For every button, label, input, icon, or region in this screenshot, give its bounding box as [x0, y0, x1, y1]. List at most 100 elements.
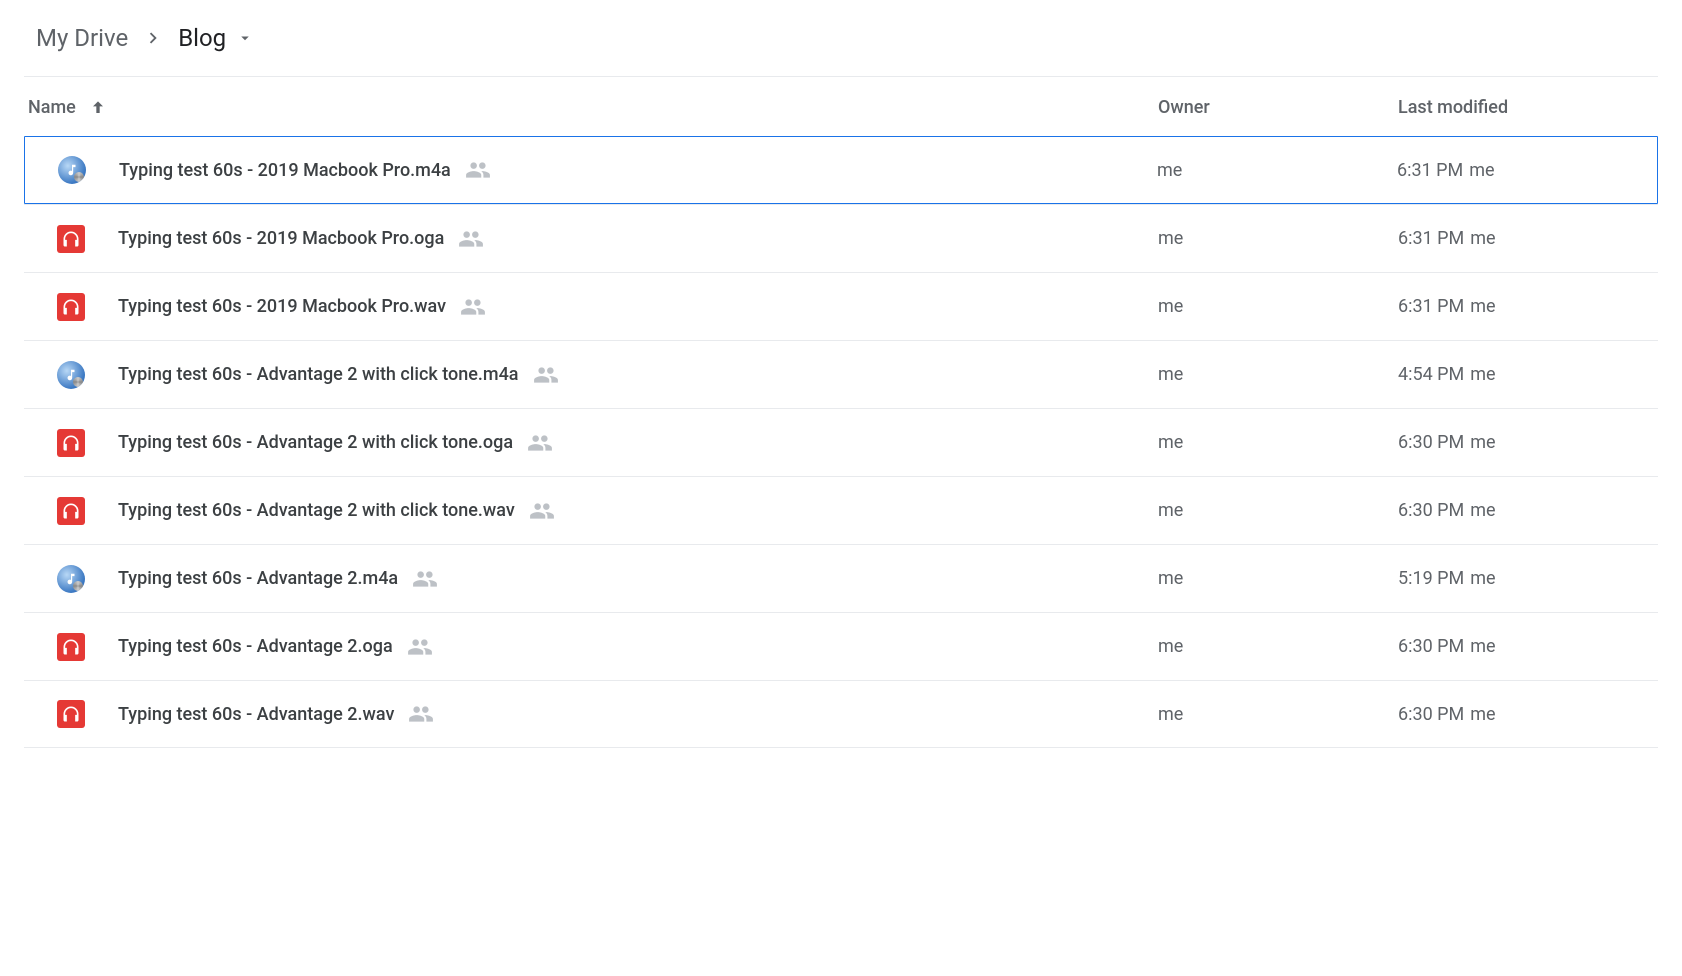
list-header: Name Owner Last modified [24, 77, 1658, 136]
shared-icon [529, 498, 555, 524]
file-modified: 6:30 PM me [1398, 432, 1658, 453]
breadcrumb-current[interactable]: Blog [178, 24, 254, 52]
m4a-file-icon [24, 361, 118, 389]
m4a-file-icon [24, 565, 118, 593]
audio-file-icon [24, 225, 118, 253]
file-name-cell: Typing test 60s - Advantage 2 with click… [118, 362, 1158, 388]
file-name-cell: Typing test 60s - 2019 Macbook Pro.oga [118, 226, 1158, 252]
headphones-icon [57, 225, 85, 253]
file-name-cell: Typing test 60s - 2019 Macbook Pro.wav [118, 294, 1158, 320]
file-name: Typing test 60s - Advantage 2 with click… [118, 500, 515, 521]
file-modified-time: 6:31 PM [1398, 296, 1464, 317]
file-modified-time: 6:30 PM [1398, 636, 1464, 657]
file-owner: me [1158, 636, 1398, 657]
file-name: Typing test 60s - Advantage 2 with click… [118, 364, 519, 385]
file-list: Typing test 60s - 2019 Macbook Pro.m4a me… [24, 136, 1658, 748]
file-modified-time: 5:19 PM [1398, 568, 1464, 589]
file-modified-time: 6:30 PM [1398, 432, 1464, 453]
file-modified-by: me [1469, 160, 1494, 181]
file-name-cell: Typing test 60s - Advantage 2.oga [118, 634, 1158, 660]
breadcrumb-root[interactable]: My Drive [36, 24, 128, 52]
caret-down-icon [236, 29, 254, 47]
file-name-cell: Typing test 60s - Advantage 2 with click… [118, 498, 1158, 524]
file-modified-time: 6:30 PM [1398, 500, 1464, 521]
file-name-cell: Typing test 60s - Advantage 2.m4a [118, 566, 1158, 592]
audio-file-icon [24, 633, 118, 661]
file-modified-by: me [1470, 636, 1495, 657]
shared-icon [527, 430, 553, 456]
chevron-right-icon [142, 27, 164, 49]
file-row[interactable]: Typing test 60s - Advantage 2 with click… [24, 408, 1658, 476]
file-modified-time: 6:31 PM [1398, 228, 1464, 249]
breadcrumb: My Drive Blog [24, 20, 1658, 77]
file-modified-time: 6:30 PM [1398, 704, 1464, 725]
file-name: Typing test 60s - Advantage 2.oga [118, 636, 393, 657]
file-modified-by: me [1470, 704, 1495, 725]
column-header-modified[interactable]: Last modified [1398, 97, 1658, 118]
file-owner: me [1157, 160, 1397, 181]
file-row[interactable]: Typing test 60s - Advantage 2 with click… [24, 340, 1658, 408]
file-name-cell: Typing test 60s - Advantage 2 with click… [118, 430, 1158, 456]
audio-file-icon [24, 293, 118, 321]
file-owner: me [1158, 500, 1398, 521]
file-name: Typing test 60s - Advantage 2.wav [118, 704, 394, 725]
file-owner: me [1158, 228, 1398, 249]
file-name: Typing test 60s - Advantage 2 with click… [118, 432, 513, 453]
file-row[interactable]: Typing test 60s - Advantage 2.ogame6:30 … [24, 612, 1658, 680]
file-modified: 6:30 PM me [1398, 704, 1658, 725]
headphones-icon [57, 429, 85, 457]
file-owner: me [1158, 296, 1398, 317]
column-header-name[interactable]: Name [24, 97, 1158, 118]
file-modified-by: me [1470, 432, 1495, 453]
file-row[interactable]: Typing test 60s - 2019 Macbook Pro.wavme… [24, 272, 1658, 340]
shared-icon [412, 566, 438, 592]
file-modified-by: me [1470, 228, 1495, 249]
file-name: Typing test 60s - Advantage 2.m4a [118, 568, 398, 589]
file-row[interactable]: Typing test 60s - Advantage 2.m4ame5:19 … [24, 544, 1658, 612]
file-modified: 6:30 PM me [1398, 500, 1658, 521]
breadcrumb-current-label: Blog [178, 24, 226, 52]
headphones-icon [57, 293, 85, 321]
headphones-icon [57, 497, 85, 525]
file-name: Typing test 60s - 2019 Macbook Pro.m4a [119, 160, 451, 181]
file-row[interactable]: Typing test 60s - Advantage 2 with click… [24, 476, 1658, 544]
shared-icon [533, 362, 559, 388]
file-modified-time: 6:31 PM [1397, 160, 1463, 181]
music-note-icon [57, 565, 85, 593]
m4a-file-icon [25, 156, 119, 184]
file-name: Typing test 60s - 2019 Macbook Pro.oga [118, 228, 444, 249]
file-modified-by: me [1470, 296, 1495, 317]
file-modified: 6:30 PM me [1398, 636, 1658, 657]
file-name-cell: Typing test 60s - 2019 Macbook Pro.m4a [119, 157, 1157, 183]
audio-file-icon [24, 429, 118, 457]
audio-file-icon [24, 497, 118, 525]
file-owner: me [1158, 568, 1398, 589]
shared-icon [458, 226, 484, 252]
arrow-up-icon [88, 98, 108, 118]
file-row[interactable]: Typing test 60s - Advantage 2.wavme6:30 … [24, 680, 1658, 748]
file-row[interactable]: Typing test 60s - 2019 Macbook Pro.oga me… [24, 204, 1658, 272]
file-owner: me [1158, 364, 1398, 385]
file-modified-by: me [1470, 500, 1495, 521]
file-owner: me [1158, 704, 1398, 725]
file-modified-by: me [1470, 568, 1495, 589]
file-modified: 6:31 PM me [1398, 228, 1658, 249]
column-header-owner[interactable]: Owner [1158, 97, 1398, 118]
file-modified-time: 4:54 PM [1398, 364, 1464, 385]
shared-icon [407, 634, 433, 660]
shared-icon [465, 157, 491, 183]
headphones-icon [57, 700, 85, 728]
headphones-icon [57, 633, 85, 661]
file-owner: me [1158, 432, 1398, 453]
shared-icon [408, 701, 434, 727]
file-modified: 5:19 PM me [1398, 568, 1658, 589]
audio-file-icon [24, 700, 118, 728]
file-name-cell: Typing test 60s - Advantage 2.wav [118, 701, 1158, 727]
column-header-name-label: Name [28, 97, 76, 118]
music-note-icon [58, 156, 86, 184]
file-modified: 6:31 PM me [1398, 296, 1658, 317]
file-row[interactable]: Typing test 60s - 2019 Macbook Pro.m4a me… [24, 136, 1658, 204]
file-modified: 4:54 PM me [1398, 364, 1658, 385]
music-note-icon [57, 361, 85, 389]
file-modified-by: me [1470, 364, 1495, 385]
